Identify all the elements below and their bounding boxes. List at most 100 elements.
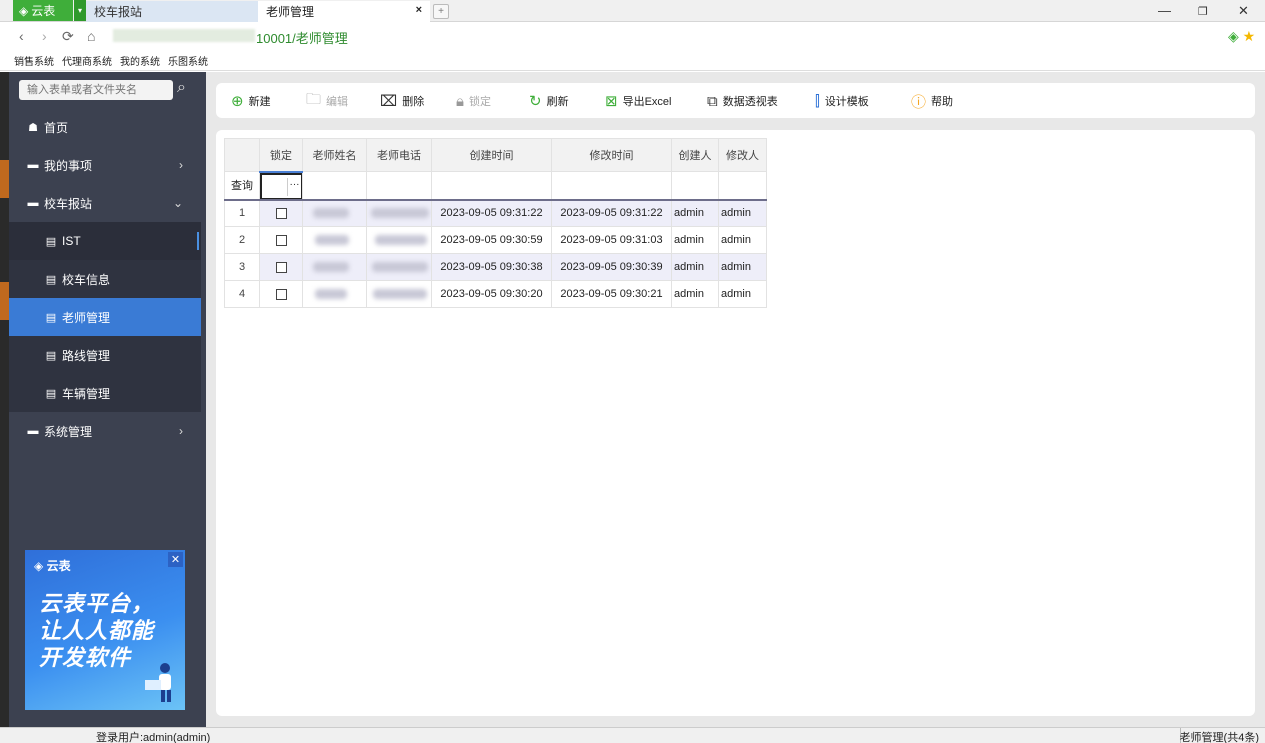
modifier-cell[interactable]: admin [718, 199, 767, 227]
creator-cell[interactable]: admin [671, 226, 719, 254]
url-text[interactable]: 10001/老师管理 [256, 28, 348, 47]
search-icon[interactable]: ⌕ [177, 79, 197, 101]
app-menu-button[interactable]: ◈ 云表 [13, 0, 73, 21]
sidebar-item-my-tasks[interactable]: ▬ 我的事项 › [9, 146, 201, 184]
lock-checkbox[interactable] [275, 234, 287, 246]
refresh-button[interactable]: ↻ 刷新 [529, 91, 569, 111]
creator-cell[interactable]: admin [671, 253, 719, 281]
column-header-teacher-name[interactable]: 老师姓名 [302, 138, 367, 172]
lock-checkbox-cell[interactable] [259, 253, 303, 281]
column-header-teacher-phone[interactable]: 老师电话 [366, 138, 432, 172]
promo-banner[interactable]: ◈ 云表 ✕ 云表平台， 让人人都能 开发软件 [25, 550, 185, 710]
teacher-phone-cell[interactable] [366, 226, 432, 254]
minimize-icon[interactable]: — [1158, 3, 1171, 18]
restore-icon[interactable]: ❐ [1198, 5, 1208, 18]
sidebar-item-bus-info[interactable]: ▤ 校车信息 [9, 260, 201, 298]
design-template-button[interactable]: ⫿ 设计模板 [815, 91, 869, 111]
extension-icon[interactable]: ◈ [1228, 28, 1239, 44]
creator-cell[interactable]: admin [671, 199, 719, 227]
new-tab-button[interactable]: + [433, 4, 449, 19]
app-dropdown-icon[interactable]: ▾ [74, 0, 86, 21]
redacted-name [313, 262, 349, 273]
modified-time-cell[interactable]: 2023-09-05 09:31:22 [551, 199, 672, 227]
sidebar-search-input[interactable] [19, 80, 173, 100]
bookmark-agent[interactable]: 代理商系统 [62, 53, 112, 68]
teacher-phone-cell[interactable] [366, 253, 432, 281]
table-row[interactable]: 4 2023-09-05 09:30:20 2023-09-05 09:30:2… [224, 280, 767, 308]
table-row[interactable]: 1 2023-09-05 09:31:22 2023-09-05 09:31:2… [224, 199, 767, 227]
export-excel-button[interactable]: ⊠ 导出Excel [605, 91, 671, 111]
teacher-phone-cell[interactable] [366, 280, 432, 308]
sidebar-item-label: 路线管理 [62, 348, 111, 363]
column-header-creator[interactable]: 创建人 [671, 138, 719, 172]
banner-slogan: 云表平台， 让人人都能 开发软件 [39, 591, 155, 670]
sidebar-item-route-management[interactable]: ▤ 路线管理 [9, 336, 201, 374]
lock-checkbox[interactable] [275, 288, 287, 300]
filter-cell-modified-time[interactable] [551, 171, 672, 200]
column-header-created-time[interactable]: 创建时间 [431, 138, 552, 172]
column-header-modified-time[interactable]: 修改时间 [551, 138, 672, 172]
lock-checkbox-cell[interactable] [259, 199, 303, 227]
delete-button[interactable]: ⌧ 删除 [380, 91, 424, 111]
banner-close-icon[interactable]: ✕ [168, 552, 183, 567]
sidebar-item-system-management[interactable]: ▬ 系统管理 › [9, 412, 201, 450]
modifier-cell[interactable]: admin [718, 280, 767, 308]
column-header-lock[interactable]: 锁定 [259, 138, 303, 173]
edit-button[interactable]: 🗀 编辑 [306, 91, 348, 111]
more-options-icon[interactable]: ··· [287, 177, 301, 196]
filter-cell-lock[interactable]: ··· [259, 171, 303, 200]
lock-checkbox-cell[interactable] [259, 280, 303, 308]
url-host-redacted[interactable] [113, 29, 255, 42]
table-row[interactable]: 3 2023-09-05 09:30:38 2023-09-05 09:30:3… [224, 253, 767, 281]
bookmark-my-system[interactable]: 我的系统 [120, 53, 160, 68]
modified-time-cell[interactable]: 2023-09-05 09:30:21 [551, 280, 672, 308]
reload-icon[interactable]: ⟳ [62, 28, 74, 45]
table-row[interactable]: 2 2023-09-05 09:30:59 2023-09-05 09:31:0… [224, 226, 767, 254]
row-number: 2 [224, 226, 260, 254]
created-time-cell[interactable]: 2023-09-05 09:30:38 [431, 253, 552, 281]
tab-close-icon[interactable]: × [416, 4, 422, 16]
sidebar-item-teacher-management[interactable]: ▤ 老师管理 [9, 298, 201, 336]
help-button[interactable]: ⓘ 帮助 [911, 91, 953, 111]
modified-time-cell[interactable]: 2023-09-05 09:30:39 [551, 253, 672, 281]
teacher-name-cell[interactable] [302, 253, 367, 281]
filter-cell-teacher-phone[interactable] [366, 171, 432, 200]
created-time-cell[interactable]: 2023-09-05 09:31:22 [431, 199, 552, 227]
lock-checkbox[interactable] [275, 261, 287, 273]
sidebar-item-home[interactable]: ☗ 首页 [9, 108, 201, 146]
modified-time-cell[interactable]: 2023-09-05 09:31:03 [551, 226, 672, 254]
teacher-name-cell[interactable] [302, 226, 367, 254]
new-button[interactable]: ⊕ 新建 [231, 91, 271, 111]
sidebar-item-vehicle-management[interactable]: ▤ 车辆管理 [9, 374, 201, 412]
modifier-cell[interactable]: admin [718, 253, 767, 281]
teacher-name-cell[interactable] [302, 199, 367, 227]
created-time-cell[interactable]: 2023-09-05 09:30:20 [431, 280, 552, 308]
filter-cell-modifier[interactable] [718, 171, 767, 200]
filter-cell-creator[interactable] [671, 171, 719, 200]
delete-icon: ⌧ [380, 93, 398, 110]
teacher-phone-cell[interactable] [366, 199, 432, 227]
teacher-name-cell[interactable] [302, 280, 367, 308]
sidebar-item-school-bus[interactable]: ▬ 校车报站 ⌄ [9, 184, 201, 222]
lock-checkbox-cell[interactable] [259, 226, 303, 254]
back-icon[interactable]: ‹ [19, 28, 24, 44]
tab-school-bus[interactable]: 校车报站 [86, 1, 258, 22]
lock-checkbox[interactable] [275, 207, 287, 219]
tab-teacher-management[interactable]: 老师管理 × [258, 1, 430, 22]
star-icon[interactable]: ★ [1243, 28, 1256, 44]
filter-cell-created-time[interactable] [431, 171, 552, 200]
created-time-cell[interactable]: 2023-09-05 09:30:59 [431, 226, 552, 254]
creator-cell[interactable]: admin [671, 280, 719, 308]
bookmark-letu[interactable]: 乐图系统 [168, 53, 208, 68]
home-icon[interactable]: ⌂ [87, 28, 95, 44]
bookmark-sales[interactable]: 销售系统 [14, 53, 54, 68]
forward-icon[interactable]: › [42, 28, 47, 44]
lock-button[interactable]: 🔒︎ 锁定 [456, 91, 491, 111]
close-window-icon[interactable]: ✕ [1238, 3, 1249, 19]
column-header-modifier[interactable]: 修改人 [718, 138, 767, 172]
filter-input-lock[interactable]: ··· [260, 172, 302, 199]
modifier-cell[interactable]: admin [718, 226, 767, 254]
pivot-table-button[interactable]: ⧉ 数据透视表 [707, 91, 778, 111]
filter-cell-teacher-name[interactable] [302, 171, 367, 200]
sidebar-item-ist[interactable]: ▤ IST [9, 222, 201, 260]
